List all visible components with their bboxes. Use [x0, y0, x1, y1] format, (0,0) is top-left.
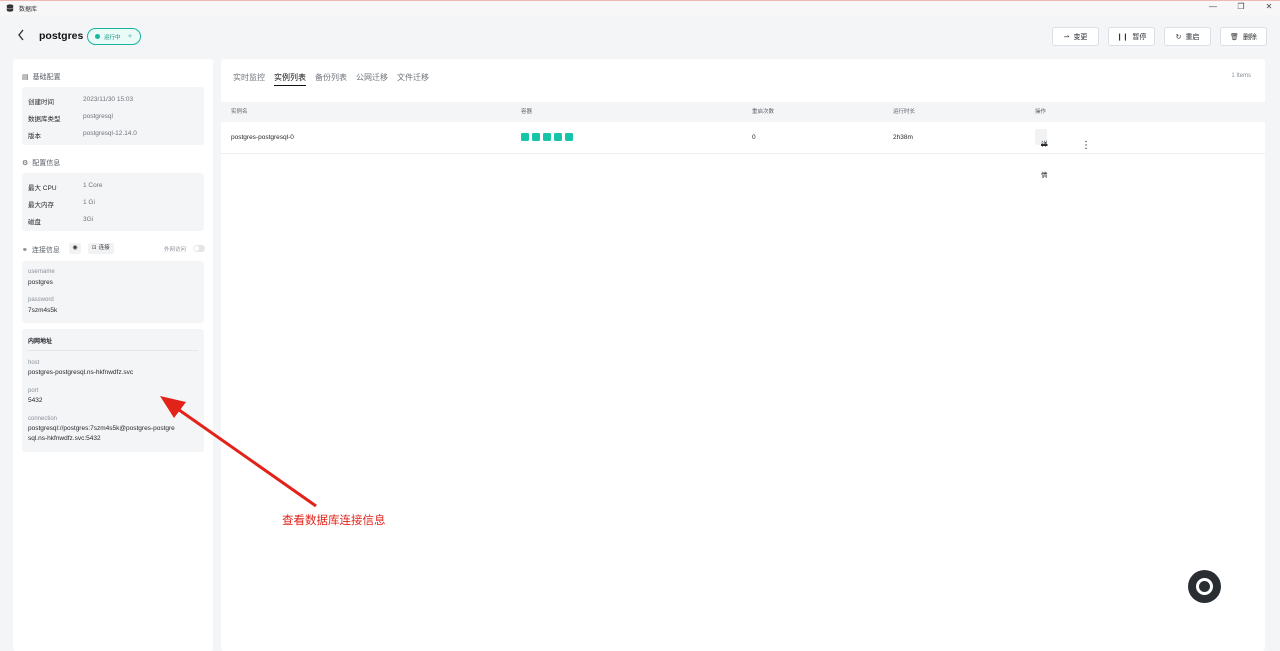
trash-button[interactable]: 🗑 删除	[1220, 27, 1267, 46]
tab-bar: 实时监控 实例列表 备份列表 公网迁移 文件迁移	[233, 72, 429, 86]
connect-button[interactable]: ⊡ 连接	[88, 243, 114, 254]
restart-button[interactable]: ↻ 重启	[1164, 27, 1211, 46]
kv-row: 磁盘 3Gi	[28, 216, 94, 226]
password-value: 7szm4s5k	[28, 307, 58, 314]
detail-label: 详情	[1041, 141, 1048, 179]
restart-count: 0	[752, 134, 756, 141]
table-row: postgres-postgresql-0 0 2h38m ▬ 详情 ⋮	[221, 122, 1265, 179]
connection-string: postgresql://postgres:7szm4s5k@postgres-…	[28, 425, 175, 442]
kv-row: 创建时间 2023/11/30 15:03	[28, 96, 134, 106]
basic-config-box: 创建时间 2023/11/30 15:03 数据库类型 postgresql 版本 p…	[22, 87, 204, 145]
page-header: postgres 运行中 ✧ ⇀ 变更 ❙❙ 暂停 ↻ 重启 🗑 删除	[0, 15, 1280, 59]
trash-icon: 🗑	[1230, 33, 1239, 41]
username-label: username	[28, 269, 55, 275]
floating-assistant-button[interactable]	[1188, 570, 1221, 603]
back-button[interactable]	[16, 28, 28, 44]
external-access-toggle[interactable]	[193, 245, 205, 252]
header-actions: ⇀ 变更 ❙❙ 暂停 ↻ 重启 🗑 删除	[1052, 27, 1267, 46]
restart-icon: ↻	[1175, 33, 1182, 41]
password-label: password	[28, 297, 54, 303]
list-icon: ▤	[22, 74, 29, 81]
tab-3[interactable]: 公网迁移	[356, 72, 388, 86]
container-icon[interactable]	[565, 133, 573, 141]
database-icon	[6, 4, 14, 12]
tab-1[interactable]: 实例列表	[274, 72, 306, 86]
action-label: 变更	[1073, 33, 1088, 41]
pause-button[interactable]: ❙❙ 暂停	[1108, 27, 1155, 46]
tab-4[interactable]: 文件迁移	[397, 72, 429, 86]
config-info-title: 配置信息	[32, 160, 61, 167]
uptime: 2h38m	[893, 134, 913, 141]
action-label: 暂停	[1132, 33, 1147, 41]
container-icon[interactable]	[532, 133, 540, 141]
show-password-button[interactable]: ◉	[69, 243, 81, 254]
container-icon[interactable]	[521, 133, 529, 141]
connect-label: 连接	[98, 245, 110, 251]
kv-row: 数据库类型 postgresql	[28, 113, 113, 123]
container-list	[521, 133, 573, 141]
instance-name: postgres-postgresql-0	[231, 134, 294, 141]
column-header: 重启次数	[752, 109, 775, 115]
status-label: 运行中	[104, 34, 121, 41]
gear-icon: ⚙	[22, 160, 29, 167]
action-label: 重启	[1185, 33, 1200, 41]
column-header: 操作	[1035, 109, 1047, 115]
kv-row: 最大内存 1 Gi	[28, 199, 95, 209]
items-count: 1 Items	[1231, 73, 1251, 79]
connection-header: ⚭ 连接信息	[22, 245, 60, 255]
sparkle-icon: ✧	[127, 34, 133, 40]
internal-address-title: 内网地址	[28, 339, 53, 345]
tab-2[interactable]: 备份列表	[315, 72, 347, 86]
column-header: 运行时长	[893, 109, 916, 115]
connection-label: connection	[28, 416, 58, 422]
username-value: postgres	[28, 279, 53, 286]
page-title: postgres	[39, 30, 84, 42]
kv-row: 最大 CPU 1 Core	[28, 182, 103, 192]
restore-button[interactable]: ❐	[1236, 2, 1246, 11]
host-value: postgres-postgresql.ns-hkfnwdfz.svc	[28, 369, 134, 376]
config-info-box: 最大 CPU 1 Core 最大内存 1 Gi 磁盘 3Gi	[22, 173, 204, 231]
tab-0[interactable]: 实时监控	[233, 72, 265, 86]
more-vertical-icon: ⋮	[1081, 140, 1091, 151]
instances-panel: 实时监控 实例列表 备份列表 公网迁移 文件迁移 1 Items 实例名 容器 重启次数…	[221, 59, 1265, 651]
pause-icon: ❙❙	[1116, 33, 1129, 41]
window-titlebar: 数据库 — ❐ ✕	[0, 0, 1280, 15]
annotation-text: 查看数据库连接信息	[282, 515, 386, 527]
detail-button[interactable]: ▬ 详情	[1035, 129, 1048, 179]
eye-icon: ◉	[72, 245, 78, 251]
credentials-box: username postgres password 7szm4s5k	[22, 261, 204, 323]
table-header: 实例名 容器 重启次数 运行时长 操作	[221, 102, 1265, 122]
terminal-icon: ⊡	[92, 245, 97, 251]
edit-button[interactable]: ⇀ 变更	[1052, 27, 1099, 46]
connection-title: 连接信息	[31, 247, 60, 254]
close-button[interactable]: ✕	[1264, 2, 1274, 11]
column-header: 容器	[521, 109, 533, 115]
minimize-button[interactable]: —	[1208, 2, 1218, 11]
config-info-header: ⚙ 配置信息	[22, 158, 60, 168]
container-icon[interactable]	[554, 133, 562, 141]
basic-config-title: 基础配置	[32, 74, 61, 81]
external-access-label: 外网访问	[164, 247, 187, 253]
status-dot-icon	[95, 34, 100, 39]
details-panel: ▤ 基础配置 创建时间 2023/11/30 15:03 数据库类型 postgre…	[13, 59, 213, 651]
host-label: host	[28, 360, 40, 366]
window-title: 数据库	[19, 6, 38, 13]
action-label: 删除	[1242, 33, 1257, 41]
kv-row: 版本 postgresql-12.14.0	[28, 130, 137, 140]
edit-icon: ⇀	[1063, 33, 1070, 41]
container-icon[interactable]	[543, 133, 551, 141]
window-controls: — ❐ ✕	[1208, 2, 1274, 11]
port-value: 5432	[28, 397, 43, 404]
status-badge: 运行中 ✧	[87, 28, 141, 45]
link-icon: ⚭	[22, 247, 28, 254]
internal-address-box: 内网地址 host postgres-postgresql.ns-hkfnwdf…	[22, 329, 204, 452]
basic-config-header: ▤ 基础配置	[22, 72, 61, 82]
column-header: 实例名	[231, 109, 248, 115]
port-label: port	[28, 388, 39, 394]
chevron-left-icon	[18, 29, 24, 41]
divider	[28, 350, 198, 351]
